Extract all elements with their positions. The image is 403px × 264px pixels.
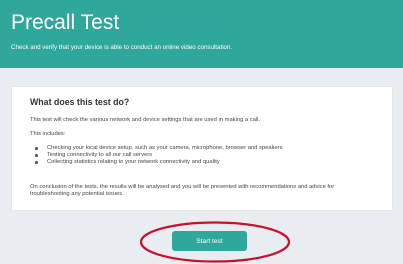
page-subtitle: Check and verify that your device is abl… — [11, 44, 233, 51]
list-item-text: Testing connectivity to all our call ser… — [47, 152, 153, 158]
includes-label: This includes: — [30, 131, 66, 137]
test-info-card: What does this test do? This test will c… — [11, 86, 393, 211]
card-title: What does this test do? — [30, 97, 130, 107]
bullet-icon — [35, 161, 38, 164]
includes-list: Checking your local device setup, such a… — [30, 145, 283, 166]
list-item: Checking your local device setup, such a… — [30, 145, 283, 152]
list-item: Testing connectivity to all our call ser… — [30, 152, 283, 159]
conclusion-text: On conclusion of the tests, the results … — [30, 184, 335, 197]
bullet-icon — [35, 154, 38, 157]
bullet-icon — [35, 147, 38, 150]
page-title: Precall Test — [11, 11, 120, 34]
list-item: Collecting statistics relating to your n… — [30, 159, 283, 166]
list-item-text: Collecting statistics relating to your n… — [47, 159, 220, 165]
page-header: Precall Test Check and verify that your … — [0, 0, 403, 68]
card-intro-text: This test will check the various network… — [30, 117, 261, 123]
list-item-text: Checking your local device setup, such a… — [47, 145, 283, 151]
start-test-button[interactable]: Start test — [172, 231, 247, 251]
